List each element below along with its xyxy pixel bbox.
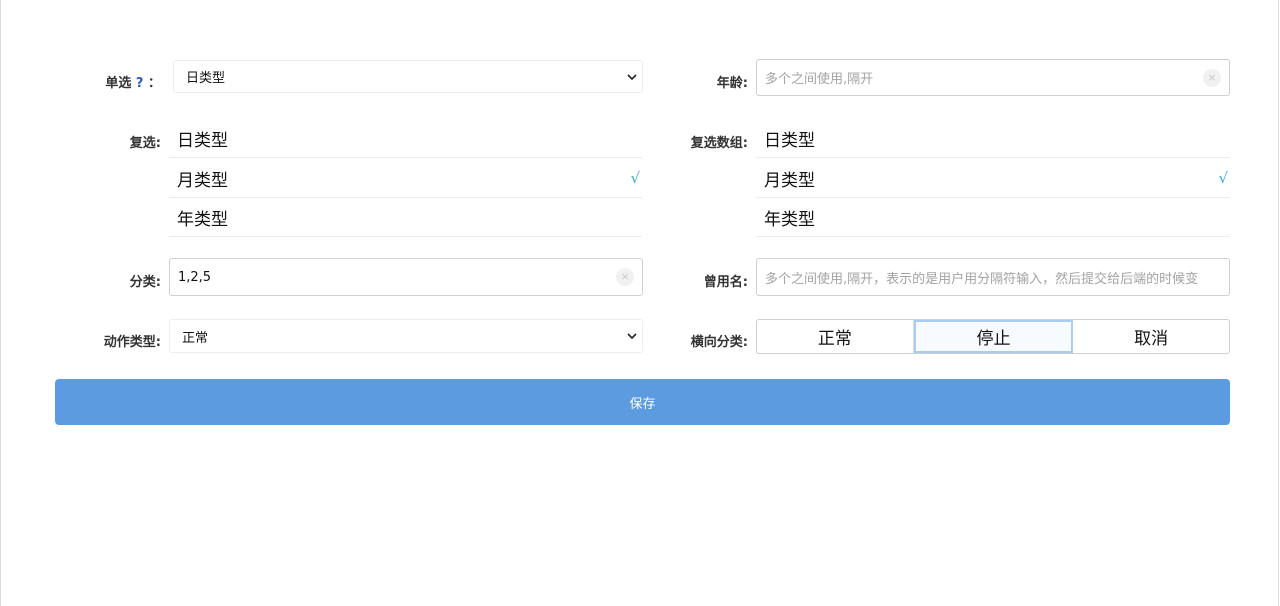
option-label: 日类型 [764, 131, 815, 151]
single-select-colon: ： [147, 76, 161, 91]
option-label: 年类型 [177, 209, 228, 230]
single-select[interactable]: 日类型 [173, 60, 643, 93]
alias-label: 曾用名: [703, 275, 748, 290]
horizontal-category-label: 横向分类: [690, 335, 748, 350]
segment-stop[interactable]: 停止 [913, 320, 1074, 353]
age-placeholder: 多个之间使用,隔开 [765, 72, 874, 87]
age-input[interactable]: 多个之间使用,隔开 × [756, 59, 1230, 96]
single-select-label-text: 单选 [105, 76, 132, 91]
single-select-value: 日类型 [186, 71, 226, 86]
action-type-select[interactable]: 正常 [169, 319, 643, 353]
help-icon[interactable]: ? [136, 76, 144, 91]
alias-placeholder: 多个之间使用,隔开，表示的是用户用分隔符输入，然后提交给后端的时候变 [765, 271, 1199, 287]
category-input[interactable]: 1,2,5 × [169, 258, 643, 296]
multi-option-day[interactable]: 日类型 [169, 120, 642, 158]
option-label: 日类型 [177, 131, 228, 151]
horizontal-category-segmented: 正常 停止 取消 [756, 319, 1230, 354]
clear-icon[interactable]: × [1203, 68, 1221, 87]
multi-option-year[interactable]: 年类型 [169, 198, 642, 237]
clear-icon[interactable]: × [616, 268, 634, 286]
category-label: 分类: [129, 275, 161, 290]
page-frame: 单选 ? ： 日类型 年龄: 多个之间使用,隔开 × 复选: 日类型 月类型 √… [0, 0, 1279, 606]
chevron-down-icon [627, 73, 637, 80]
chevron-down-icon [627, 333, 637, 340]
segment-cancel[interactable]: 取消 [1073, 320, 1229, 353]
category-value: 1,2,5 [178, 269, 212, 285]
segment-normal[interactable]: 正常 [757, 320, 914, 353]
age-label: 年龄: [716, 76, 748, 91]
check-icon: √ [1218, 169, 1228, 187]
check-icon: √ [630, 169, 640, 187]
multi-array-option-day[interactable]: 日类型 [756, 120, 1230, 158]
option-label: 月类型 [764, 170, 815, 191]
action-type-label: 动作类型: [103, 335, 161, 350]
alias-input[interactable]: 多个之间使用,隔开，表示的是用户用分隔符输入，然后提交给后端的时候变 [756, 258, 1230, 296]
multi-option-month[interactable]: 月类型 √ [169, 159, 642, 198]
multi-array-option-month[interactable]: 月类型 √ [756, 159, 1230, 198]
multi-array-option-year[interactable]: 年类型 [756, 198, 1230, 237]
action-type-value: 正常 [182, 330, 209, 346]
option-label: 年类型 [764, 209, 815, 230]
multi-select-label: 复选: [129, 136, 161, 151]
save-button[interactable]: 保存 [55, 379, 1230, 425]
single-select-label: 单选 ? ： [105, 72, 161, 91]
option-label: 月类型 [177, 170, 228, 191]
multi-array-label: 复选数组: [690, 136, 748, 151]
